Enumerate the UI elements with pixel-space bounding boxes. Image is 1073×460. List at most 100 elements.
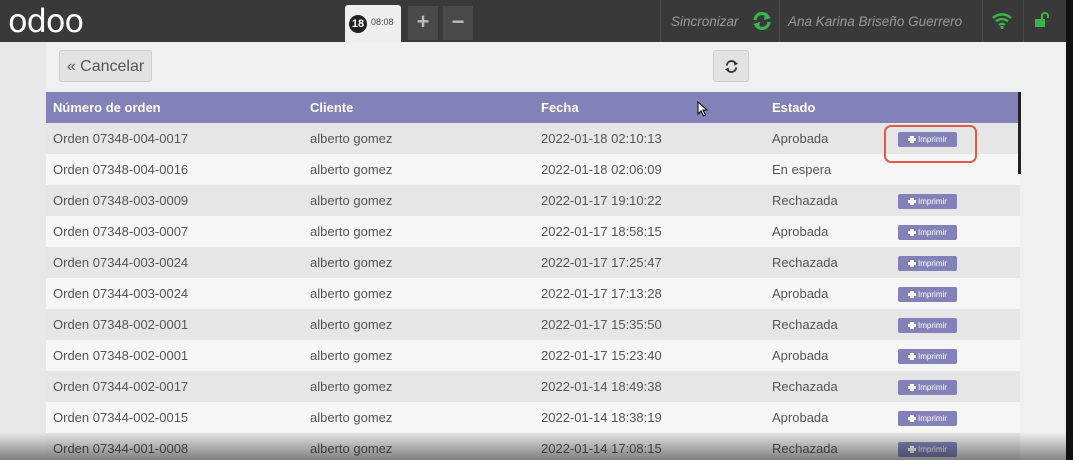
- print-button[interactable]: Imprimir: [898, 225, 957, 240]
- refresh-icon: [724, 60, 739, 73]
- table-row[interactable]: Orden 07348-004-0017 alberto gomez 2022-01…: [46, 123, 1020, 154]
- cancel-button[interactable]: « Cancelar: [59, 50, 152, 82]
- orders-table: Número de orden Cliente Fecha Estado Ord…: [46, 92, 1020, 460]
- date-cell: 2022-01-18 02:10:13: [541, 131, 662, 146]
- actions-cell: Imprimir: [876, 216, 1020, 247]
- order-number-badge: 18: [349, 15, 367, 33]
- status-cell: Rechazada: [772, 193, 838, 208]
- table-row[interactable]: Orden 07348-004-0016 alberto gomez 2022-01…: [46, 154, 1020, 185]
- date-cell: 2022-01-17 18:58:15: [541, 224, 662, 239]
- order-number-cell: Orden 07348-003-0009: [53, 193, 189, 208]
- status-cell: Rechazada: [772, 317, 838, 332]
- status-cell: Rechazada: [772, 441, 838, 456]
- actions-cell: Imprimir: [876, 185, 1020, 216]
- header-client[interactable]: Cliente: [303, 92, 534, 123]
- print-label: Imprimir: [918, 290, 947, 299]
- sync-status[interactable]: Sincronizar: [660, 0, 779, 42]
- actions-cell: Imprimir: [876, 371, 1020, 402]
- print-label: Imprimir: [918, 445, 947, 454]
- cursor-icon: [697, 100, 709, 122]
- print-button[interactable]: Imprimir: [898, 256, 957, 271]
- table-row[interactable]: Orden 07348-003-0009 alberto gomez 2022-01…: [46, 185, 1020, 216]
- pos-topbar: odoo 18 08:08 + − Sincronizar Ana Karina…: [0, 0, 1073, 42]
- date-cell: 2022-01-17 19:10:22: [541, 193, 662, 208]
- status-cell: Rechazada: [772, 379, 838, 394]
- refresh-button[interactable]: [713, 50, 749, 82]
- actions-cell: Imprimir: [876, 309, 1020, 340]
- print-button[interactable]: Imprimir: [898, 380, 957, 395]
- actions-cell: Imprimir: [876, 278, 1020, 309]
- sync-label: Sincronizar: [671, 14, 739, 29]
- status-cell: Rechazada: [772, 255, 838, 270]
- date-cell: 2022-01-14 18:38:19: [541, 410, 662, 425]
- client-cell: alberto gomez: [310, 224, 393, 239]
- print-button[interactable]: Imprimir: [898, 287, 957, 302]
- status-cell: En espera: [772, 162, 832, 177]
- client-cell: alberto gomez: [310, 286, 393, 301]
- client-cell: alberto gomez: [310, 193, 393, 208]
- print-icon: [908, 353, 917, 360]
- print-icon: [908, 229, 917, 236]
- client-cell: alberto gomez: [310, 162, 393, 177]
- highlight-annotation: [884, 125, 977, 163]
- header-order-number[interactable]: Número de orden: [46, 92, 303, 123]
- print-icon: [908, 291, 917, 298]
- print-button[interactable]: Imprimir: [898, 194, 957, 209]
- wifi-icon: [992, 13, 1012, 34]
- status-cell: Aprobada: [772, 348, 829, 363]
- table-row[interactable]: Orden 07348-002-0001 alberto gomez 2022-01…: [46, 309, 1020, 340]
- client-cell: alberto gomez: [310, 348, 393, 363]
- client-cell: alberto gomez: [310, 317, 393, 332]
- print-label: Imprimir: [918, 321, 947, 330]
- date-cell: 2022-01-14 18:49:38: [541, 379, 662, 394]
- date-cell: 2022-01-14 17:08:15: [541, 441, 662, 456]
- print-icon: [908, 198, 917, 205]
- status-cell: Aprobada: [772, 131, 829, 146]
- actions-cell: Imprimir: [876, 247, 1020, 278]
- print-icon: [908, 415, 917, 422]
- client-cell: alberto gomez: [310, 410, 393, 425]
- cashier-label: Ana Karina Briseño Guerrero: [788, 14, 963, 29]
- client-cell: alberto gomez: [310, 255, 393, 270]
- table-row[interactable]: Orden 07344-003-0024 alberto gomez 2022-01…: [46, 278, 1020, 309]
- client-cell: alberto gomez: [310, 131, 393, 146]
- user-name[interactable]: Ana Karina Briseño Guerrero: [779, 0, 982, 42]
- order-number-cell: Orden 07348-002-0001: [53, 348, 189, 363]
- print-button[interactable]: Imprimir: [898, 349, 957, 364]
- order-number-cell: Orden 07344-001-0008: [53, 441, 189, 456]
- add-order-button[interactable]: +: [408, 6, 438, 40]
- print-button[interactable]: Imprimir: [898, 442, 957, 457]
- header-status[interactable]: Estado: [765, 92, 876, 123]
- sync-icon: [751, 10, 773, 37]
- print-icon: [908, 384, 917, 391]
- order-number-cell: Orden 07348-004-0017: [53, 131, 189, 146]
- print-label: Imprimir: [918, 414, 947, 423]
- order-tab-18[interactable]: 18 08:08: [345, 5, 401, 42]
- print-icon: [908, 446, 917, 453]
- print-icon: [908, 260, 917, 267]
- actions-cell: Imprimir: [876, 433, 1020, 460]
- client-cell: alberto gomez: [310, 441, 393, 456]
- date-cell: 2022-01-17 17:13:28: [541, 286, 662, 301]
- status-cell: Aprobada: [772, 410, 829, 425]
- header-date[interactable]: Fecha: [534, 92, 765, 123]
- order-number-cell: Orden 07344-003-0024: [53, 255, 189, 270]
- print-label: Imprimir: [918, 228, 947, 237]
- table-row[interactable]: Orden 07344-001-0008 alberto gomez 2022-01…: [46, 433, 1020, 460]
- print-button[interactable]: Imprimir: [898, 318, 957, 333]
- order-number-cell: Orden 07348-004-0016: [53, 162, 189, 177]
- table-row[interactable]: Orden 07344-003-0024 alberto gomez 2022-01…: [46, 247, 1020, 278]
- table-row[interactable]: Orden 07348-002-0001 alberto gomez 2022-01…: [46, 340, 1020, 371]
- print-label: Imprimir: [918, 197, 947, 206]
- remove-order-button[interactable]: −: [443, 6, 473, 40]
- table-row[interactable]: Orden 07344-002-0015 alberto gomez 2022-01…: [46, 402, 1020, 433]
- table-row[interactable]: Orden 07348-003-0007 alberto gomez 2022-01…: [46, 216, 1020, 247]
- odoo-logo: odoo: [8, 2, 84, 40]
- client-cell: alberto gomez: [310, 379, 393, 394]
- table-header-row: Número de orden Cliente Fecha Estado: [46, 92, 1020, 123]
- date-cell: 2022-01-17 15:23:40: [541, 348, 662, 363]
- unlock-icon[interactable]: [1034, 12, 1050, 33]
- table-row[interactable]: Orden 07344-002-0017 alberto gomez 2022-01…: [46, 371, 1020, 402]
- print-button[interactable]: Imprimir: [898, 411, 957, 426]
- scrollbar-thumb[interactable]: [1018, 92, 1021, 174]
